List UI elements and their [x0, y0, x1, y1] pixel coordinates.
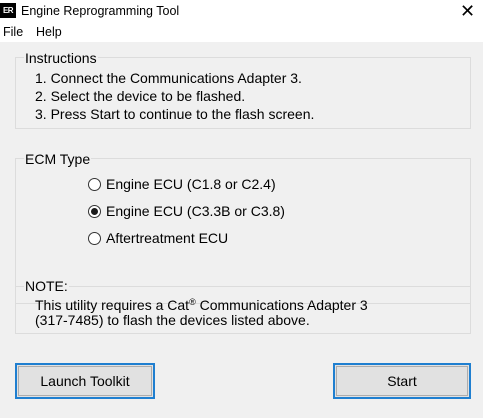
- client-area: Instructions 1. Connect the Communicatio…: [0, 42, 483, 418]
- radio-label: Engine ECU (C3.3B or C3.8): [106, 202, 285, 219]
- note-line-1-suffix: Communications Adapter 3: [195, 297, 368, 313]
- app-icon: ER: [0, 3, 16, 18]
- radio-option-aftertreatment[interactable]: Aftertreatment ECU: [88, 229, 228, 247]
- ecm-type-label: ECM Type: [24, 151, 92, 167]
- start-label: Start: [387, 373, 417, 389]
- title-bar: ER Engine Reprogramming Tool ✕: [0, 0, 483, 22]
- radio-option-engine-c33b-c38[interactable]: Engine ECU (C3.3B or C3.8): [88, 202, 285, 220]
- radio-unchecked-icon[interactable]: [88, 231, 101, 245]
- note-line-1-prefix: This utility requires a Cat: [35, 297, 190, 313]
- instructions-label: Instructions: [24, 50, 98, 66]
- note-label: NOTE:: [24, 278, 69, 294]
- close-icon[interactable]: ✕: [452, 0, 483, 22]
- instruction-line-1: 1. Connect the Communications Adapter 3.: [35, 70, 302, 86]
- start-button[interactable]: Start: [333, 363, 471, 399]
- note-line-2: (317-7485) to flash the devices listed a…: [35, 312, 310, 328]
- instruction-line-2: 2. Select the device to be flashed.: [35, 88, 246, 104]
- menu-help[interactable]: Help: [36, 25, 62, 40]
- radio-checked-icon[interactable]: [88, 204, 101, 218]
- menu-file[interactable]: File: [3, 25, 23, 40]
- radio-label: Aftertreatment ECU: [106, 229, 229, 246]
- instruction-line-3: 3. Press Start to continue to the flash …: [35, 106, 315, 122]
- registered-mark: ®: [189, 297, 196, 307]
- launch-toolkit-label: Launch Toolkit: [40, 373, 130, 389]
- launch-toolkit-button[interactable]: Launch Toolkit: [15, 363, 155, 399]
- window-title: Engine Reprogramming Tool: [21, 4, 180, 18]
- menu-bar: File Help: [0, 22, 483, 42]
- radio-unchecked-icon[interactable]: [88, 177, 101, 191]
- radio-label: Engine ECU (C1.8 or C2.4): [106, 175, 276, 192]
- radio-option-engine-c18-c24[interactable]: Engine ECU (C1.8 or C2.4): [88, 175, 276, 193]
- note-line-1: This utility requires a Cat® Communicati…: [35, 294, 368, 314]
